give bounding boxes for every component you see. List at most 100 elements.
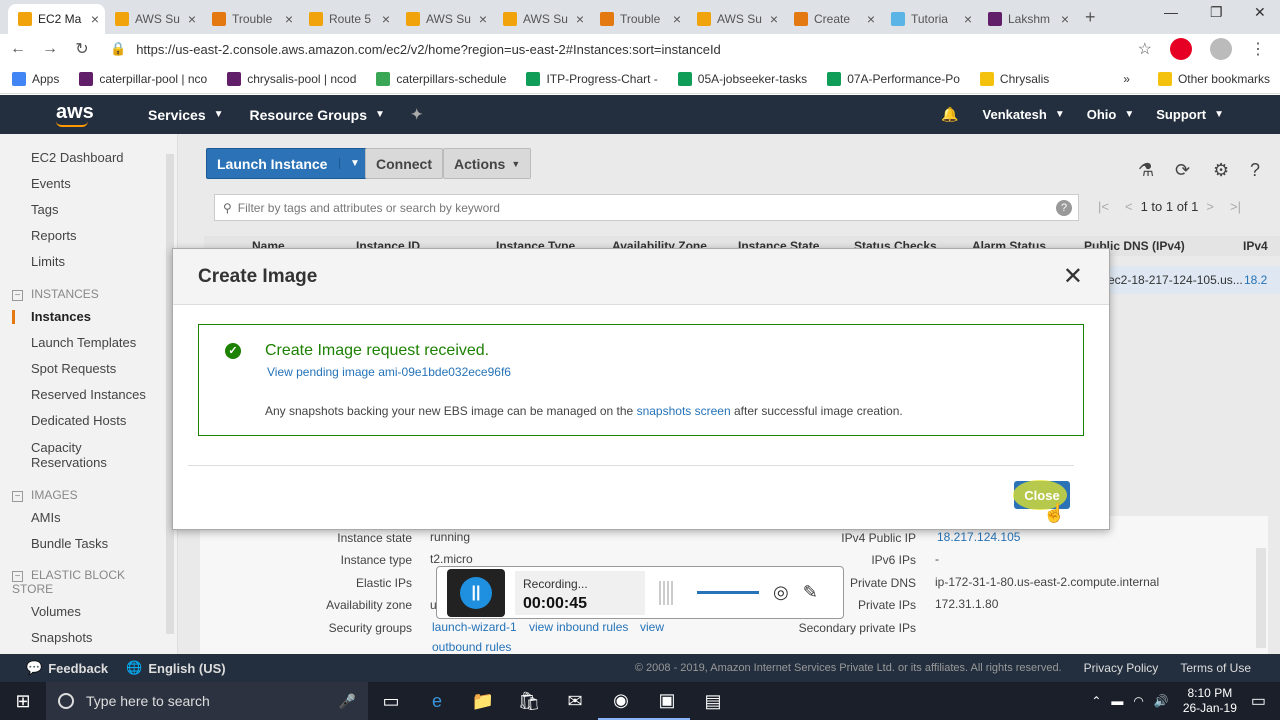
sidebar-item-dedicated-hosts[interactable]: Dedicated Hosts: [31, 413, 126, 428]
bookmark-item[interactable]: Chrysalis: [979, 71, 1049, 86]
edge-icon[interactable]: e: [414, 691, 460, 712]
services-menu[interactable]: Services ▼: [148, 107, 224, 123]
browser-tab[interactable]: EC2 Ma ×: [8, 4, 105, 34]
view-outbound-rules-link[interactable]: view: [640, 620, 664, 634]
microphone-icon[interactable]: 🎤: [339, 693, 356, 710]
store-icon[interactable]: 🛍: [506, 691, 552, 712]
browser-tab[interactable]: Lakshm ×: [978, 4, 1075, 34]
gear-icon[interactable]: ⚙: [1213, 160, 1229, 181]
region-menu[interactable]: Ohio ▼: [1087, 107, 1135, 122]
tab-close-icon[interactable]: ×: [1061, 11, 1069, 27]
browser-tab[interactable]: AWS Su ×: [493, 4, 590, 34]
show-hidden-icons[interactable]: ⌃: [1091, 694, 1101, 708]
help-icon[interactable]: ?: [1250, 160, 1260, 181]
tab-close-icon[interactable]: ×: [673, 11, 681, 27]
sidebar-item-reports[interactable]: Reports: [31, 228, 77, 243]
bookmark-star-icon[interactable]: ☆: [1138, 39, 1152, 59]
col-ipv4[interactable]: IPv4: [1243, 239, 1268, 253]
sidebar-item-volumes[interactable]: Volumes: [31, 604, 81, 619]
flask-icon[interactable]: ⚗: [1138, 160, 1154, 181]
help-icon[interactable]: ?: [1056, 199, 1072, 216]
taskbar-search[interactable]: Type here to search 🎤: [46, 682, 368, 720]
bookmark-item[interactable]: caterpillar-pool | nco: [79, 71, 207, 86]
notifications-icon[interactable]: ▭: [1251, 691, 1266, 711]
ipv4-public-ip-value[interactable]: 18.217.124.105: [937, 530, 1020, 544]
browser-tab[interactable]: AWS Su ×: [396, 4, 493, 34]
sidebar-item-reserved-instances[interactable]: Reserved Instances: [31, 387, 146, 402]
reload-icon[interactable]: ↻: [68, 39, 96, 59]
network-icon[interactable]: ◠: [1133, 694, 1143, 708]
sidebar-section-ebs[interactable]: − ELASTIC BLOCK STORE: [12, 568, 125, 596]
view-pending-image-link[interactable]: View pending image ami-09e1bde032ece96f6: [267, 365, 511, 379]
sidebar-item-tags[interactable]: Tags: [31, 202, 58, 217]
bell-icon[interactable]: 🔔: [941, 106, 958, 123]
sidebar-item-capacity-reservations[interactable]: Capacity Reservations: [31, 440, 107, 470]
connect-button[interactable]: Connect: [365, 148, 443, 179]
security-group-link[interactable]: launch-wizard-1: [432, 620, 517, 634]
view-inbound-rules-link[interactable]: view inbound rules: [529, 620, 628, 634]
window-close-icon[interactable]: ✕: [1254, 4, 1266, 21]
aws-logo[interactable]: aws: [56, 102, 98, 127]
notepad-icon[interactable]: ▤: [690, 691, 736, 712]
sidebar-section-images[interactable]: − IMAGES: [12, 488, 78, 502]
maximize-icon[interactable]: ❐: [1210, 4, 1223, 21]
sidebar-item-limits[interactable]: Limits: [31, 254, 65, 269]
first-page-icon[interactable]: |<: [1098, 199, 1109, 214]
new-tab-button[interactable]: +: [1075, 7, 1106, 34]
pin-icon[interactable]: ✦: [411, 106, 423, 123]
bookmark-item[interactable]: ITP-Progress-Chart -: [526, 71, 658, 86]
file-explorer-icon[interactable]: 📁: [460, 691, 506, 712]
other-bookmarks[interactable]: Other bookmarks: [1157, 71, 1270, 86]
profile-avatar[interactable]: [1210, 38, 1232, 60]
sidebar-item-ec2-dashboard[interactable]: EC2 Dashboard: [31, 150, 124, 165]
tab-close-icon[interactable]: ×: [479, 11, 487, 27]
sidebar-item-launch-templates[interactable]: Launch Templates: [31, 335, 136, 350]
tab-close-icon[interactable]: ×: [188, 11, 196, 27]
mail-icon[interactable]: ✉: [552, 691, 598, 712]
bookmark-item[interactable]: 05A-jobseeker-tasks: [677, 71, 807, 86]
browser-tab[interactable]: Trouble ×: [590, 4, 687, 34]
task-view-icon[interactable]: ▭: [368, 691, 414, 712]
support-menu[interactable]: Support ▼: [1156, 107, 1224, 122]
browser-tab[interactable]: Trouble ×: [202, 4, 299, 34]
pinterest-icon[interactable]: [1170, 38, 1192, 60]
browser-tab[interactable]: Route 5 ×: [299, 4, 396, 34]
tab-close-icon[interactable]: ×: [576, 11, 584, 27]
sidebar-section-instances[interactable]: − INSTANCES: [12, 287, 99, 301]
bookmark-item[interactable]: caterpillars-schedule: [376, 71, 506, 86]
resource-groups-menu[interactable]: Resource Groups ▼: [250, 107, 385, 123]
sidebar-item-snapshots[interactable]: Snapshots: [31, 630, 92, 645]
privacy-policy-link[interactable]: Privacy Policy: [1084, 661, 1159, 675]
more-bookmarks-icon[interactable]: »: [1123, 72, 1130, 86]
clock[interactable]: 8:10 PM 26-Jan-19: [1183, 686, 1237, 716]
screen-recorder-icon[interactable]: ▣: [644, 682, 690, 720]
browser-tab[interactable]: Tutoria ×: [881, 4, 978, 34]
filter-input[interactable]: ⚲ Filter by tags and attributes or searc…: [214, 194, 1079, 221]
last-page-icon[interactable]: >|: [1230, 199, 1241, 214]
refresh-icon[interactable]: ⟳: [1175, 160, 1190, 181]
browser-tab[interactable]: AWS Su ×: [687, 4, 784, 34]
tab-close-icon[interactable]: ×: [91, 11, 99, 27]
bookmark-item[interactable]: 07A-Performance-Po: [827, 71, 960, 86]
sidebar-item-events[interactable]: Events: [31, 176, 71, 191]
minimize-icon[interactable]: —: [1164, 4, 1178, 20]
next-page-icon[interactable]: >: [1206, 199, 1214, 214]
table-row[interactable]: ec2-18-217-124-105.us... 18.2: [1108, 266, 1280, 294]
sidebar-item-spot-requests[interactable]: Spot Requests: [31, 361, 116, 376]
launch-instance-button[interactable]: Launch Instance ▼: [206, 148, 371, 179]
battery-icon[interactable]: ▬: [1111, 694, 1123, 708]
tab-close-icon[interactable]: ×: [867, 11, 875, 27]
tab-close-icon[interactable]: ×: [964, 11, 972, 27]
pencil-icon[interactable]: ✎: [803, 582, 818, 603]
language-selector[interactable]: 🌐 English (US): [126, 660, 225, 676]
url-bar[interactable]: 🔒 https://us-east-2.console.aws.amazon.c…: [110, 36, 1170, 62]
browser-menu-icon[interactable]: ⋮: [1250, 39, 1266, 59]
webcam-icon[interactable]: ◎: [773, 582, 789, 603]
tab-close-icon[interactable]: ×: [382, 11, 390, 27]
tab-close-icon[interactable]: ×: [770, 11, 778, 27]
details-scrollbar[interactable]: [1256, 548, 1266, 648]
windows-start-icon[interactable]: ⊞: [0, 691, 46, 712]
browser-tab[interactable]: Create ×: [784, 4, 881, 34]
sidebar-item-amis[interactable]: AMIs: [31, 510, 61, 525]
view-outbound-rules-link-2[interactable]: outbound rules: [432, 640, 511, 654]
